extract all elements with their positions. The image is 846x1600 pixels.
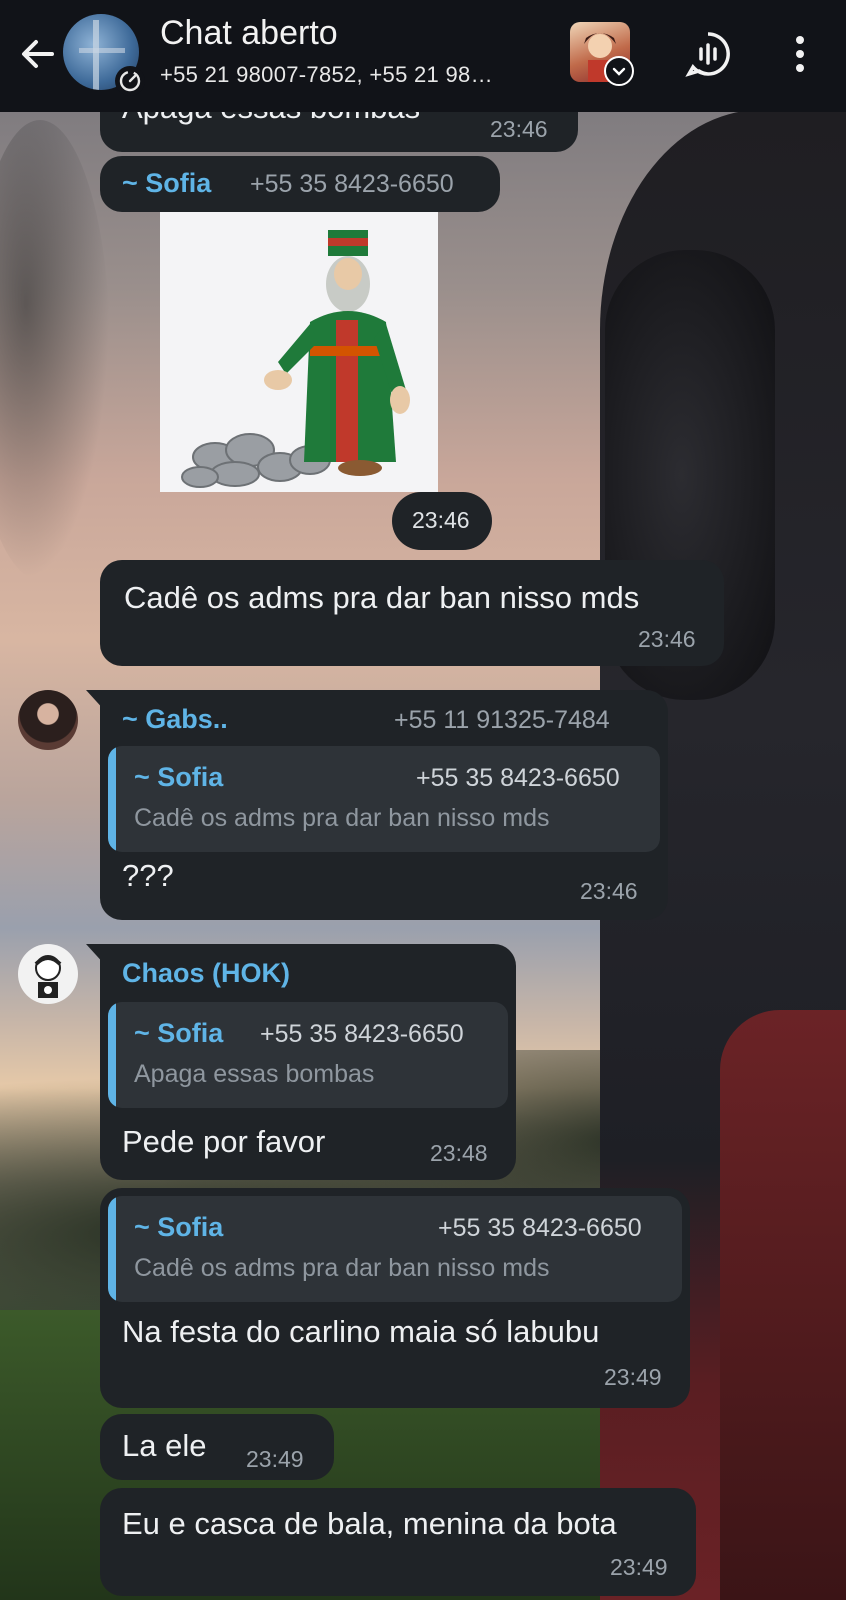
more-options-icon[interactable] (784, 30, 816, 78)
chat-title[interactable]: Chat aberto (160, 14, 338, 53)
sender-phone: +55 11 91325-7484 (394, 706, 610, 734)
message-text: Eu e casca de bala, menina da bota (122, 1506, 617, 1541)
sender-name[interactable]: ~ Gabs.. (122, 704, 228, 735)
message-time: 23:49 (246, 1446, 304, 1472)
back-arrow-icon[interactable] (14, 30, 62, 78)
message-time: 23:46 (638, 626, 696, 652)
quote-phone: +55 35 8423-6650 (438, 1214, 642, 1242)
message-bubble[interactable]: Eu e casca de bala, menina da bota 23:49 (100, 1488, 696, 1596)
message-time: 23:48 (430, 1140, 488, 1166)
quote-accent-bar (108, 1002, 116, 1108)
sender-chip[interactable]: ~ Sofia +55 35 8423-6650 (100, 156, 500, 212)
message-bubble[interactable]: Cadê os adms pra dar ban nisso mds 23:46 (100, 560, 724, 666)
sticker-image[interactable] (160, 212, 438, 492)
sticker-time-chip: 23:46 (392, 492, 492, 550)
reply-quote[interactable]: ~ Sofia +55 35 8423-6650 Cadê os adms pr… (108, 746, 660, 852)
quote-text: Apaga essas bombas (134, 1060, 375, 1088)
message-time: 23:46 (490, 116, 548, 142)
quote-accent-bar (108, 1196, 116, 1302)
quote-phone: +55 35 8423-6650 (260, 1020, 464, 1048)
disappearing-timer-icon (115, 66, 145, 96)
voice-chat-icon[interactable] (684, 30, 732, 78)
message-time: 23:49 (610, 1554, 668, 1580)
chat-members-subtitle[interactable]: +55 21 98007-7852, +55 21 98… (160, 62, 493, 88)
sender-avatar[interactable] (18, 944, 78, 1004)
chevron-down-icon[interactable] (604, 56, 634, 86)
message-bubble[interactable]: La ele 23:49 (100, 1414, 334, 1480)
reply-quote[interactable]: ~ Sofia +55 35 8423-6650 Apaga essas bom… (108, 1002, 508, 1108)
sender-avatar[interactable] (18, 690, 78, 750)
group-avatar[interactable] (63, 14, 145, 96)
quote-text: Cadê os adms pra dar ban nisso mds (134, 1254, 550, 1282)
message-text: Cadê os adms pra dar ban nisso mds (124, 580, 640, 615)
quote-sender: ~ Sofia (134, 1212, 224, 1242)
quote-accent-bar (108, 746, 116, 852)
quote-sender: ~ Sofia (134, 762, 224, 792)
quote-phone: +55 35 8423-6650 (416, 764, 620, 792)
message-text: La ele (122, 1428, 207, 1463)
message-text: ??? (122, 858, 174, 893)
sender-phone: +55 35 8423-6650 (250, 170, 454, 198)
message-bubble[interactable]: Chaos (HOK) ~ Sofia +55 35 8423-6650 Apa… (86, 944, 516, 1180)
chat-header: Chat aberto +55 21 98007-7852, +55 21 98… (0, 0, 846, 112)
quote-text: Cadê os adms pra dar ban nisso mds (134, 804, 550, 832)
message-bubble[interactable]: ~ Sofia +55 35 8423-6650 Cadê os adms pr… (100, 1188, 690, 1408)
sender-name[interactable]: ~ Sofia (122, 168, 211, 199)
quote-sender: ~ Sofia (134, 1018, 224, 1048)
message-time: 23:46 (580, 878, 638, 904)
message-time: 23:46 (412, 507, 470, 533)
sender-name[interactable]: Chaos (HOK) (122, 958, 290, 989)
message-time: 23:49 (604, 1364, 662, 1390)
message-text: Pede por favor (122, 1124, 326, 1159)
message-text: Na festa do carlino maia só labubu (122, 1314, 600, 1349)
reply-quote[interactable]: ~ Sofia +55 35 8423-6650 Cadê os adms pr… (108, 1196, 682, 1302)
message-bubble[interactable]: ~ Gabs.. +55 11 91325-7484 ~ Sofia +55 3… (86, 690, 668, 920)
